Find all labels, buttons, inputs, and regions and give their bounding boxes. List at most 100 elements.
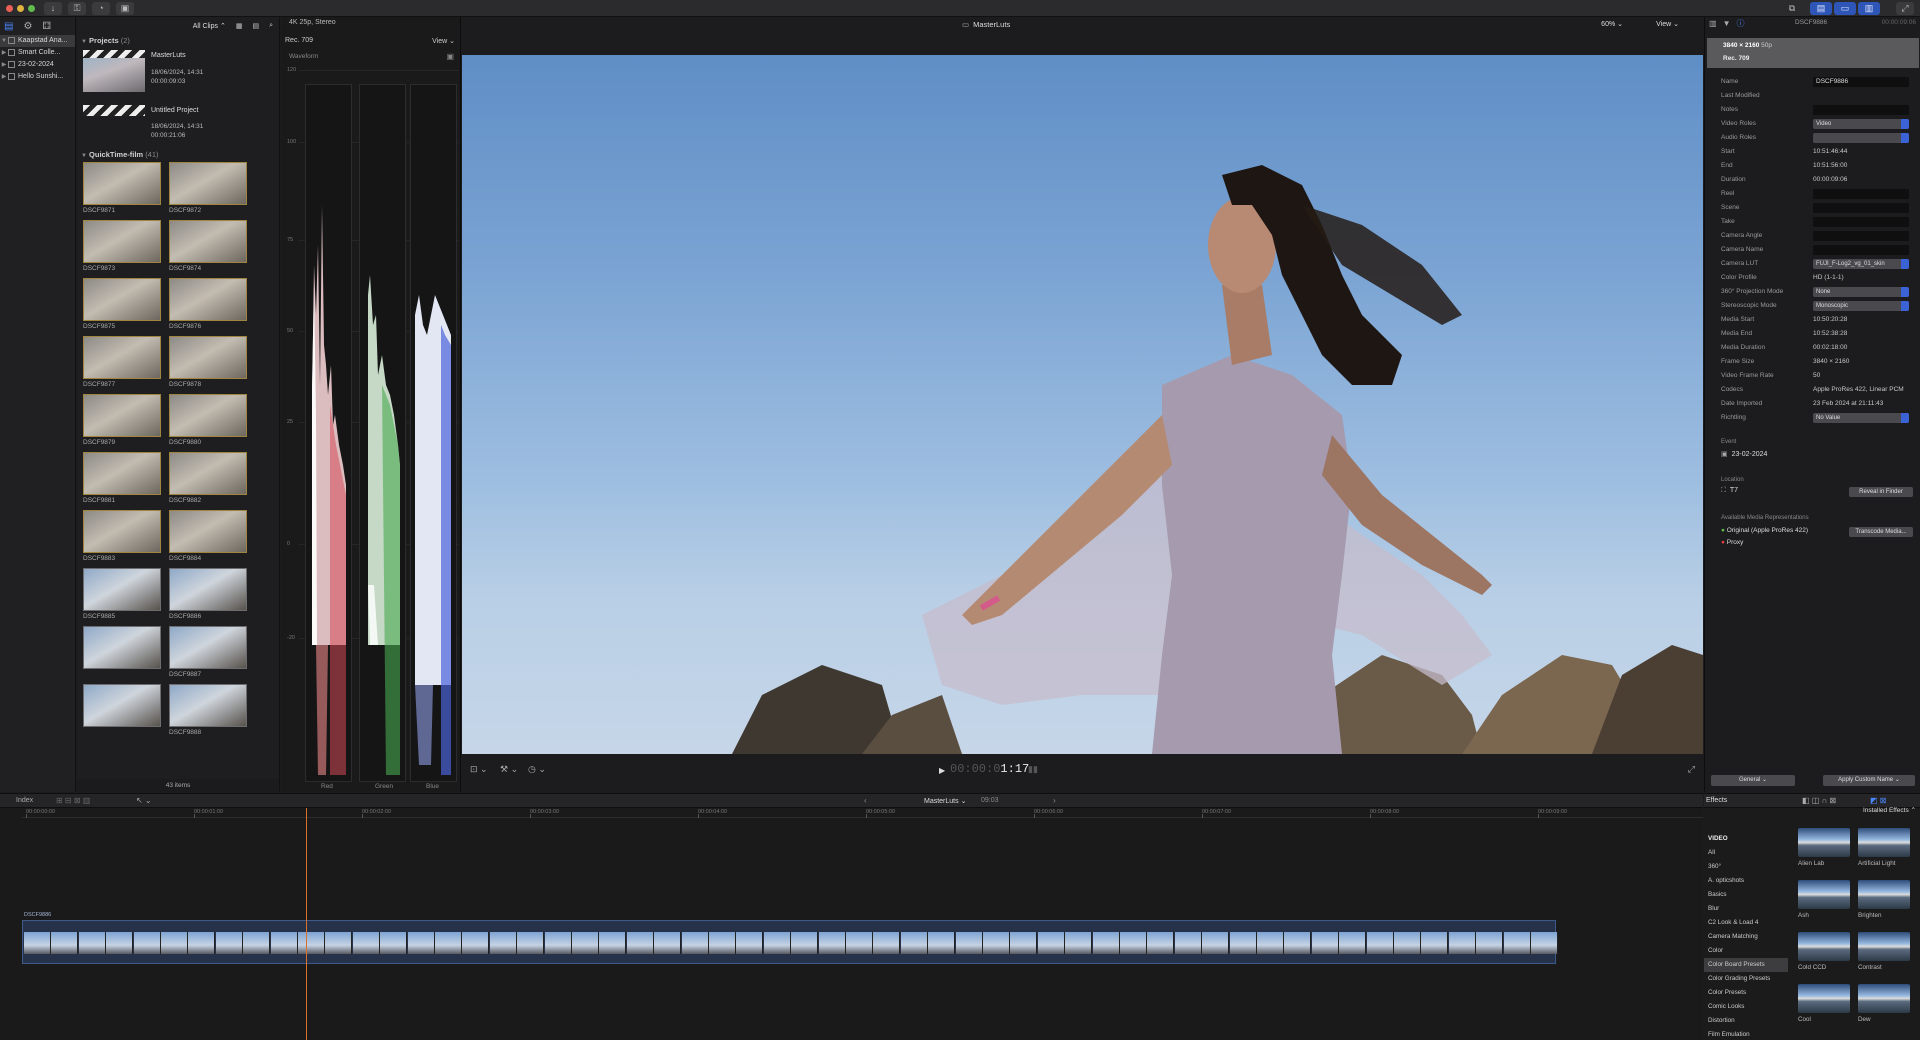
effects-category[interactable]: Color Board Presets xyxy=(1704,958,1788,972)
timeline-index-button[interactable]: Index xyxy=(16,797,33,804)
speed-tool-icon[interactable]: ◷ ⌄ xyxy=(528,764,546,775)
all-clips-dropdown[interactable]: All Clips ⌃ xyxy=(193,22,226,30)
enhance-tool-icon[interactable]: ⚒ ⌄ xyxy=(500,764,518,775)
photos-audio-icon[interactable]: ⚙ xyxy=(23,21,32,32)
playhead[interactable] xyxy=(306,808,307,1040)
clip-item[interactable]: DSCF9873 xyxy=(83,220,169,278)
inspector-dropdown[interactable]: No Value xyxy=(1813,413,1909,423)
viewer-view-dropdown[interactable]: View ⌄ xyxy=(1656,20,1679,28)
close-window-button[interactable] xyxy=(6,5,13,12)
effect-thumbnail[interactable] xyxy=(1858,828,1910,857)
viewer-image[interactable] xyxy=(462,55,1703,754)
timeline-ruler[interactable]: 00:00:00:00 00:00:01:00 00:00:02:00 00:00:0… xyxy=(22,808,1703,818)
effects-category[interactable]: 360° xyxy=(1704,860,1788,874)
scope-settings-icon[interactable]: ▣ xyxy=(446,52,454,61)
fullscreen-viewer-icon[interactable]: ⤢ xyxy=(1688,764,1695,775)
effect-thumbnail[interactable] xyxy=(1858,880,1910,909)
timecode-display[interactable]: 00:00:01:17 xyxy=(950,762,1029,776)
inspector-field[interactable] xyxy=(1813,231,1909,241)
next-history-icon[interactable]: › xyxy=(1053,796,1056,805)
disclosure-triangle-icon[interactable]: ▶ xyxy=(0,71,8,83)
disclosure-triangle-icon[interactable]: ▼ xyxy=(81,153,87,159)
share-icon[interactable]: ▣ xyxy=(116,2,134,15)
scopes-view-dropdown[interactable]: View ⌄ xyxy=(432,37,455,45)
audio-meters-icon[interactable]: ▮▮ xyxy=(1028,764,1038,775)
inspector-field[interactable] xyxy=(1813,217,1909,227)
clip-item[interactable]: DSCF9887 xyxy=(169,626,255,684)
clip-item[interactable]: DSCF9880 xyxy=(169,394,255,452)
clip-item[interactable]: DSCF9879 xyxy=(83,394,169,452)
browser-toggle-icon[interactable]: ▤ xyxy=(1810,2,1832,15)
clip-item[interactable]: DSCF9871 xyxy=(83,162,169,220)
inspector-toggle-icon[interactable]: ▥ xyxy=(1858,2,1880,15)
import-icon[interactable]: ↓ xyxy=(44,2,62,15)
inspector-field[interactable] xyxy=(1813,203,1909,213)
inspector-field[interactable] xyxy=(1813,105,1909,115)
disclosure-triangle-icon[interactable]: ▼ xyxy=(0,35,8,47)
inspector-field[interactable]: DSCF9886 xyxy=(1813,77,1909,87)
previous-history-icon[interactable]: ‹ xyxy=(864,796,867,805)
inspector-dropdown[interactable]: Video xyxy=(1813,119,1909,129)
reveal-in-finder-button[interactable]: Reveal in Finder xyxy=(1849,487,1913,497)
clip-item[interactable]: DSCF9884 xyxy=(169,510,255,568)
effect-thumbnail[interactable] xyxy=(1798,828,1850,857)
projects-section-header[interactable]: ▼ Projects (2) xyxy=(77,34,279,48)
keyword-icon[interactable]: ⚿ xyxy=(68,2,86,15)
clip-item[interactable]: DSCF9885 xyxy=(83,568,169,626)
zoom-dropdown[interactable]: 60% ⌄ xyxy=(1601,20,1623,28)
effects-category[interactable]: C2 Look & Load 4 xyxy=(1704,916,1788,930)
effect-thumbnail[interactable] xyxy=(1798,880,1850,909)
filmstrip-view-icon[interactable]: ▤ xyxy=(252,22,259,30)
project-item[interactable]: Untitled Project 18/06/2024, 14:31 00:00… xyxy=(77,102,279,142)
effects-category[interactable]: Film Emulation xyxy=(1704,1028,1788,1040)
inspector-dropdown[interactable]: FUJI_F-Log2_vg_01_skin xyxy=(1813,259,1909,269)
clip-item[interactable]: DSCF9874 xyxy=(169,220,255,278)
effects-category[interactable]: Color xyxy=(1704,944,1788,958)
timeline-project-dropdown[interactable]: MasterLuts ⌄ xyxy=(924,797,966,805)
audio-skimming-icon[interactable]: ◧ ◫ ∩ ⊠ xyxy=(1802,796,1836,805)
effect-thumbnail[interactable] xyxy=(1798,932,1850,961)
libraries-icon[interactable]: ▤ xyxy=(4,21,13,32)
zoom-window-button[interactable] xyxy=(28,5,35,12)
clip-item[interactable]: DSCF9878 xyxy=(169,336,255,394)
clip-item[interactable]: DSCF9883 xyxy=(83,510,169,568)
clip-item[interactable]: DSCF9886 xyxy=(169,568,255,626)
effects-category[interactable]: Comic Looks xyxy=(1704,1000,1788,1014)
inspector-dropdown[interactable] xyxy=(1813,133,1909,143)
fullscreen-icon[interactable]: ⤢ xyxy=(1896,2,1914,15)
effects-category[interactable]: Distortion xyxy=(1704,1014,1788,1028)
effects-category[interactable]: Color Grading Presets xyxy=(1704,972,1788,986)
effects-category[interactable]: Basics xyxy=(1704,888,1788,902)
info-inspector-icon[interactable]: ▥ xyxy=(1709,19,1717,28)
inspector-field[interactable] xyxy=(1813,189,1909,199)
disclosure-triangle-icon[interactable]: ▶ xyxy=(0,59,8,71)
effects-browser-icon[interactable]: ◩ ⊠ xyxy=(1870,796,1886,805)
timeline-toggle-icon[interactable]: ▭ xyxy=(1834,2,1856,15)
effect-thumbnail[interactable] xyxy=(1798,984,1850,1013)
minimize-window-button[interactable] xyxy=(17,5,24,12)
disclosure-triangle-icon[interactable]: ▼ xyxy=(81,39,87,45)
installed-effects-dropdown[interactable]: Installed Effects ⌃ xyxy=(1863,806,1916,814)
append-clip-icon[interactable]: ⊞ ⊟ ⊠ ▥ xyxy=(56,796,90,805)
clip-appearance-icon[interactable]: ▦ xyxy=(236,22,243,30)
project-item[interactable]: MasterLuts 18/06/2024, 14:31 00:00:09:03 xyxy=(77,48,279,102)
titles-generators-icon[interactable]: ⚃ xyxy=(42,21,51,32)
inspector-field[interactable] xyxy=(1813,245,1909,255)
clip-item[interactable]: DSCF9881 xyxy=(83,452,169,510)
select-tool-icon[interactable]: ↖ ⌄ xyxy=(136,796,152,805)
library-item[interactable]: ▶ 23-02-2024 xyxy=(0,59,75,71)
transform-tool-icon[interactable]: ⊡ ⌄ xyxy=(470,764,488,775)
filter-icon[interactable]: ▼ xyxy=(1723,19,1731,28)
effects-category[interactable]: A. opticshots xyxy=(1704,874,1788,888)
general-dropdown[interactable]: General ⌄ xyxy=(1711,775,1795,786)
transcode-media-button[interactable]: Transcode Media... xyxy=(1849,527,1913,537)
share-export-icon[interactable]: ⧉ xyxy=(1780,2,1804,15)
clip-item[interactable]: DSCF9888 xyxy=(169,684,255,742)
inspector-dropdown[interactable]: Monoscopic xyxy=(1813,301,1909,311)
library-item[interactable]: ▶ Smart Colle... xyxy=(0,47,75,59)
effect-thumbnail[interactable] xyxy=(1858,984,1910,1013)
inspector-dropdown[interactable]: None xyxy=(1813,287,1909,297)
play-button[interactable]: ▶ xyxy=(939,766,945,775)
clip-item[interactable] xyxy=(83,626,169,684)
clip-item[interactable]: DSCF9876 xyxy=(169,278,255,336)
